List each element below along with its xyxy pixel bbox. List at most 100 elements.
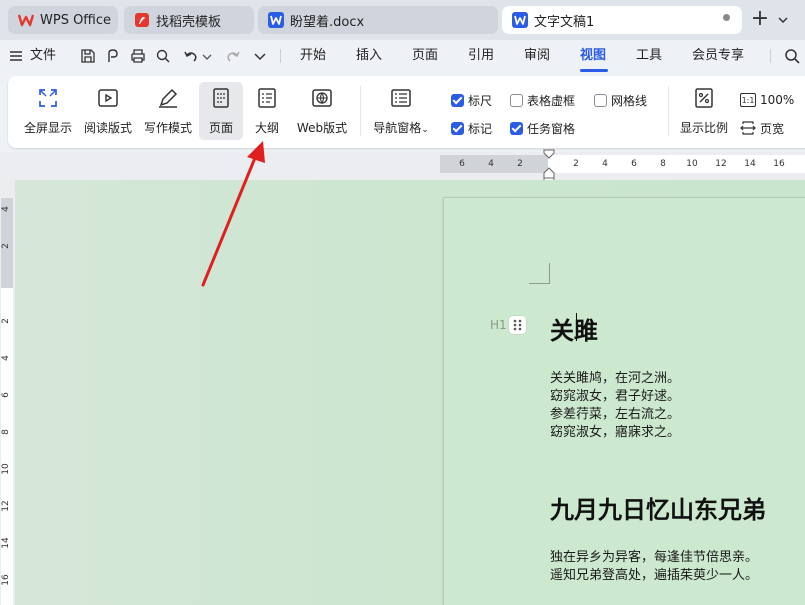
outline-label: 大纲: [254, 121, 279, 135]
paragraph-drag-handle[interactable]: [509, 316, 526, 334]
chevron-down-icon[interactable]: [776, 13, 790, 27]
preview-search-icon[interactable]: [155, 48, 171, 64]
ruler-tick-label: 2: [573, 159, 579, 169]
reading-mode-button[interactable]: 阅读版式: [80, 82, 136, 140]
ruler-tick-label: 14: [1, 537, 11, 549]
indent-marker-icon[interactable]: [542, 148, 556, 182]
output-pdf-icon[interactable]: [105, 48, 121, 64]
checkbox-marks[interactable]: 标记: [451, 119, 492, 137]
zoom-label: 显示比例: [679, 121, 728, 135]
ruler-tick-label: 14: [744, 159, 756, 169]
page-view-icon: [213, 88, 229, 108]
horizontal-ruler[interactable]: 6 4 2 2 4 6 8 10 12 14 16: [0, 152, 805, 180]
page-width-button[interactable]: 页宽: [740, 119, 784, 137]
ruler-tick-label: 6: [459, 159, 465, 169]
writing-mode-label: 写作模式: [143, 121, 192, 135]
ruler-tick-label: 2: [1, 318, 11, 324]
chevron-down-icon[interactable]: [252, 48, 268, 64]
redo-icon[interactable]: [225, 48, 241, 64]
ruler-tick-label: 6: [631, 159, 637, 169]
tab-docer-templates[interactable]: 找稻壳模板: [124, 6, 254, 34]
ribbon-divider: [360, 86, 361, 136]
page-view-label: 页面: [208, 121, 233, 135]
menu-view[interactable]: 视图: [580, 40, 606, 72]
reading-mode-icon: [98, 89, 118, 107]
ruler-tick-label: 16: [1, 574, 11, 586]
menu-review[interactable]: 审阅: [524, 40, 550, 72]
poem-line[interactable]: 参差荇菜，左右流之。: [550, 406, 680, 424]
reading-mode-label: 阅读版式: [83, 121, 132, 135]
menu-references[interactable]: 引用: [468, 40, 494, 72]
page-width-icon: [740, 121, 756, 135]
checkbox-gridlines[interactable]: 网格线: [594, 91, 647, 109]
unsaved-dot-icon: [723, 14, 730, 21]
text-caret: [576, 313, 577, 341]
drag-handle-icon: [513, 319, 522, 331]
search-icon[interactable]: [784, 48, 800, 64]
outline-icon: [258, 88, 276, 108]
heading-guanju[interactable]: 关雎: [550, 311, 598, 346]
navigation-pane-text: 导航窗格: [373, 121, 422, 135]
checkbox-gridlines-label: 网格线: [611, 93, 648, 108]
ruler-tick-label: 10: [1, 463, 11, 475]
navigation-pane-button[interactable]: 导航窗格⌄: [368, 82, 434, 140]
menu-home[interactable]: 开始: [300, 40, 326, 72]
tab-document-active[interactable]: 文字文稿1: [502, 6, 742, 34]
tab-wps-office[interactable]: WPS Office: [8, 6, 118, 34]
tab-label: WPS Office: [40, 12, 112, 28]
hamburger-menu-icon[interactable]: [8, 48, 24, 64]
save-icon[interactable]: [80, 48, 96, 64]
heading-jiuyue[interactable]: 九月九日忆山东兄弟: [550, 490, 766, 525]
docer-icon: [135, 13, 149, 27]
poem-line[interactable]: 关关雎鸠，在河之洲。: [550, 370, 680, 388]
new-tab-button[interactable]: +: [748, 8, 772, 32]
checkbox-checked-icon[interactable]: [451, 93, 464, 107]
menu-page[interactable]: 页面: [412, 40, 438, 72]
ruler-text-area: [1, 288, 13, 605]
poem-line[interactable]: 遥知兄弟登高处，遍插茱萸少一人。: [550, 567, 758, 585]
zoom-100-button[interactable]: 1:1 100%: [740, 91, 794, 109]
tab-document-panwangzhe[interactable]: 盼望着.docx: [258, 6, 498, 34]
word-doc-icon: [512, 12, 528, 28]
zoom-100-label: 100%: [760, 93, 795, 107]
page-margin-corner-mark: [529, 263, 550, 284]
menu-insert[interactable]: 插入: [356, 40, 382, 72]
page-view-button[interactable]: 页面: [199, 82, 243, 140]
menu-member[interactable]: 会员专享: [692, 40, 744, 72]
poem-line[interactable]: 独在异乡为异客，每逢佳节倍思亲。: [550, 549, 758, 567]
annotation-arrow-icon: [201, 141, 265, 287]
chevron-down-icon[interactable]: [201, 48, 213, 64]
outline-button[interactable]: 大纲: [246, 82, 288, 140]
ruler-tick-label: 16: [773, 159, 785, 169]
menu-bar: 文件 开始 插入 页面 引用 审阅 视图 工具 会员专享: [0, 40, 805, 72]
tab-label: 文字文稿1: [534, 14, 595, 30]
navigation-pane-label: 导航窗格⌄: [368, 119, 434, 136]
poem-line[interactable]: 窈窕淑女，寤寐求之。: [550, 424, 680, 442]
fullscreen-label: 全屏显示: [23, 121, 72, 135]
vertical-ruler[interactable]: 4 2 2 4 6 8 10 12 14 16: [0, 180, 15, 605]
word-doc-icon: [268, 12, 284, 28]
checkbox-unchecked-icon[interactable]: [510, 93, 523, 107]
ruler-tick-label: 6: [1, 392, 11, 398]
menu-tools[interactable]: 工具: [636, 40, 662, 72]
ruler-tick-label: 2: [1, 243, 11, 249]
checkbox-ruler[interactable]: 标尺: [451, 91, 492, 109]
writing-mode-button[interactable]: 写作模式: [138, 82, 198, 140]
ruler-tick-label: 4: [488, 159, 494, 169]
zoom-percent-icon: [695, 88, 713, 108]
checkbox-checked-icon[interactable]: [451, 121, 464, 135]
print-icon[interactable]: [130, 48, 146, 64]
checkbox-table-gridlines[interactable]: 表格虚框: [510, 91, 575, 109]
checkbox-marks-label: 标记: [468, 121, 493, 136]
menu-file[interactable]: 文件: [30, 40, 56, 72]
web-layout-label: Web版式: [296, 121, 348, 135]
fullscreen-button[interactable]: 全屏显示: [16, 82, 80, 140]
checkbox-unchecked-icon[interactable]: [594, 93, 607, 107]
poem-line[interactable]: 窈窕淑女，君子好逑。: [550, 388, 680, 406]
zoom-button[interactable]: 显示比例: [674, 82, 734, 140]
navigation-pane-icon: [391, 89, 411, 107]
web-layout-button[interactable]: Web版式: [292, 82, 352, 140]
checkbox-checked-icon[interactable]: [510, 121, 523, 135]
undo-icon[interactable]: [183, 48, 199, 64]
checkbox-task-pane[interactable]: 任务窗格: [510, 119, 575, 137]
